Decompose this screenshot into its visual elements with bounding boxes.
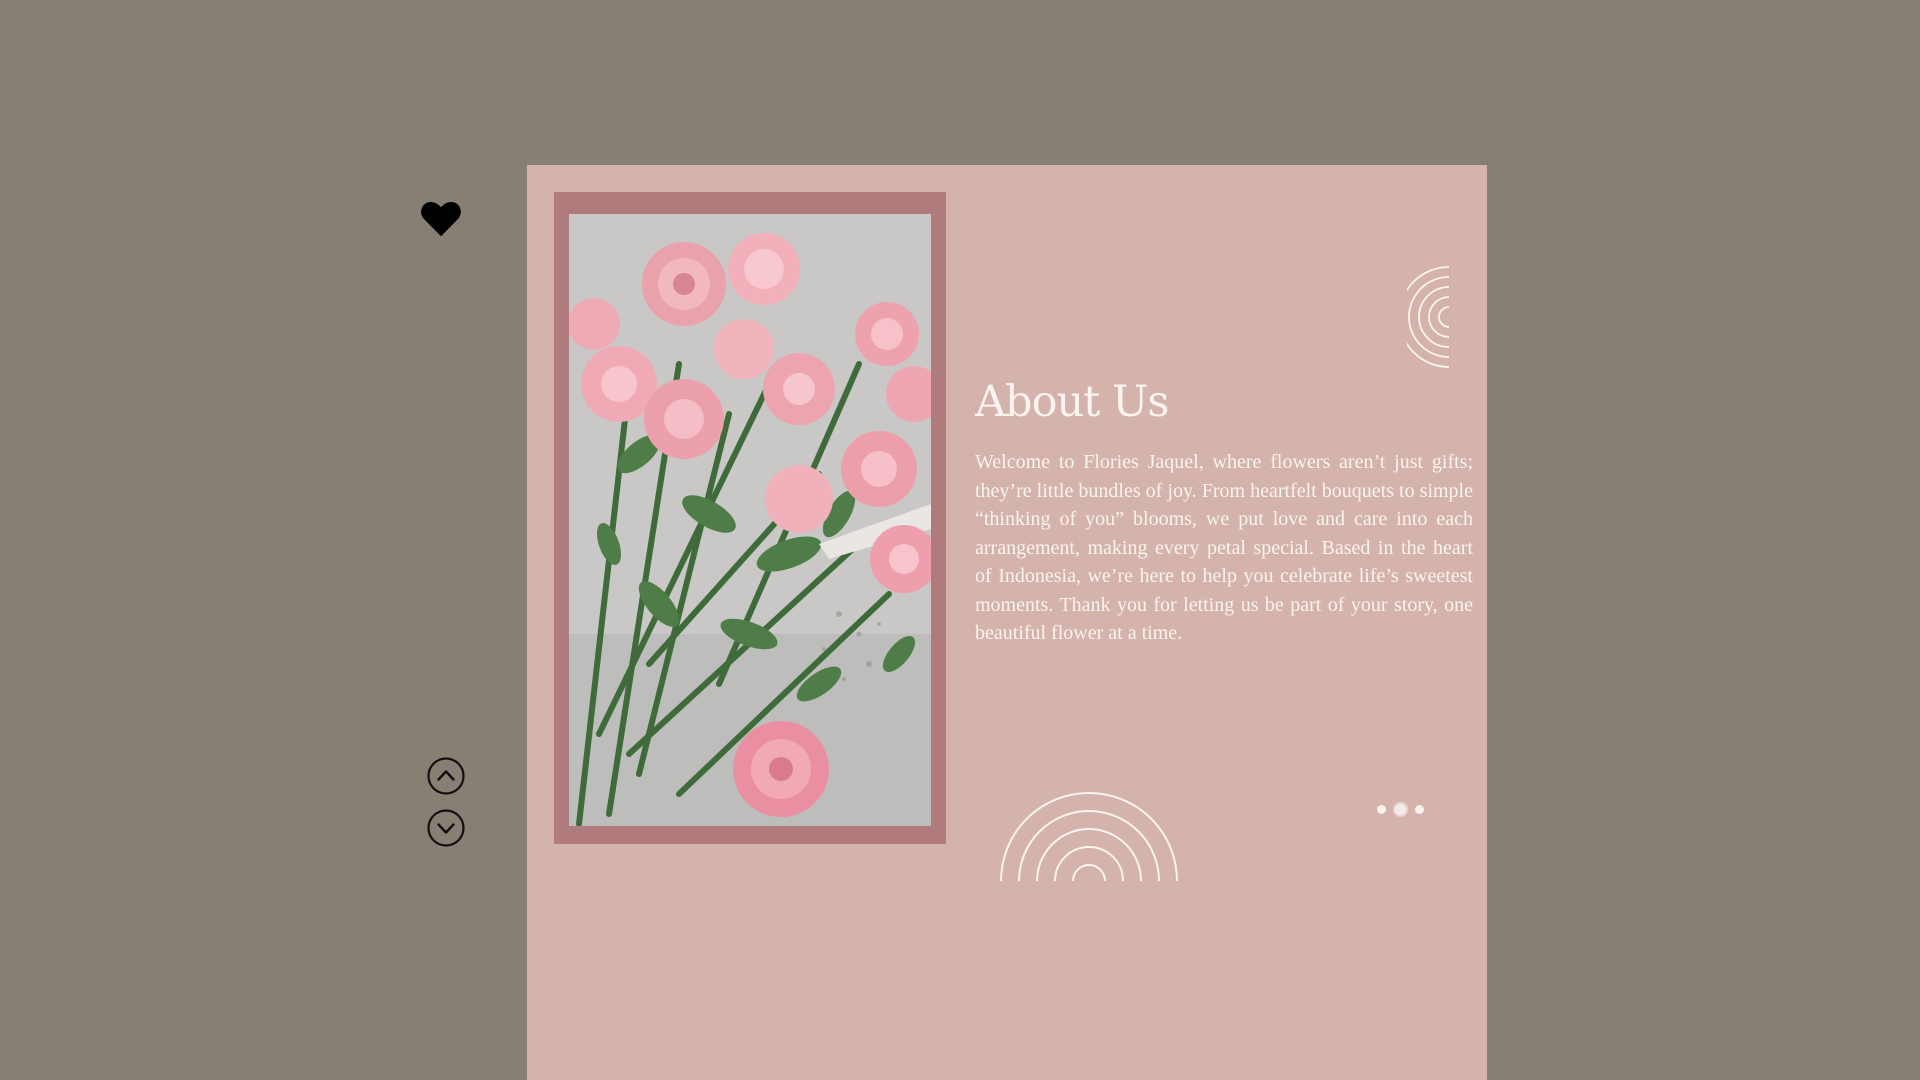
- rainbow-arcs-icon: [1000, 792, 1178, 881]
- heart-icon[interactable]: [418, 195, 464, 241]
- pagination-dot-1[interactable]: [1377, 805, 1386, 814]
- about-card: About Us Welcome to Flories Jaquel, wher…: [527, 165, 1487, 1080]
- photo-frame: [554, 192, 946, 844]
- page: About Us Welcome to Flories Jaquel, wher…: [0, 0, 1920, 1080]
- pagination-dot-3[interactable]: [1415, 805, 1424, 814]
- chevron-up-circle-icon[interactable]: [426, 756, 466, 796]
- page-title: About Us: [975, 377, 1169, 427]
- section-nav: [426, 756, 466, 848]
- about-description: Welcome to Flories Jaquel, where flowers…: [975, 451, 1473, 644]
- chevron-down-circle-icon[interactable]: [426, 808, 466, 848]
- decorative-arcs-icon: [1407, 266, 1450, 368]
- pagination-dot-2[interactable]: [1395, 804, 1406, 815]
- pagination-dots: [1377, 804, 1424, 815]
- roses-photo: [569, 214, 931, 826]
